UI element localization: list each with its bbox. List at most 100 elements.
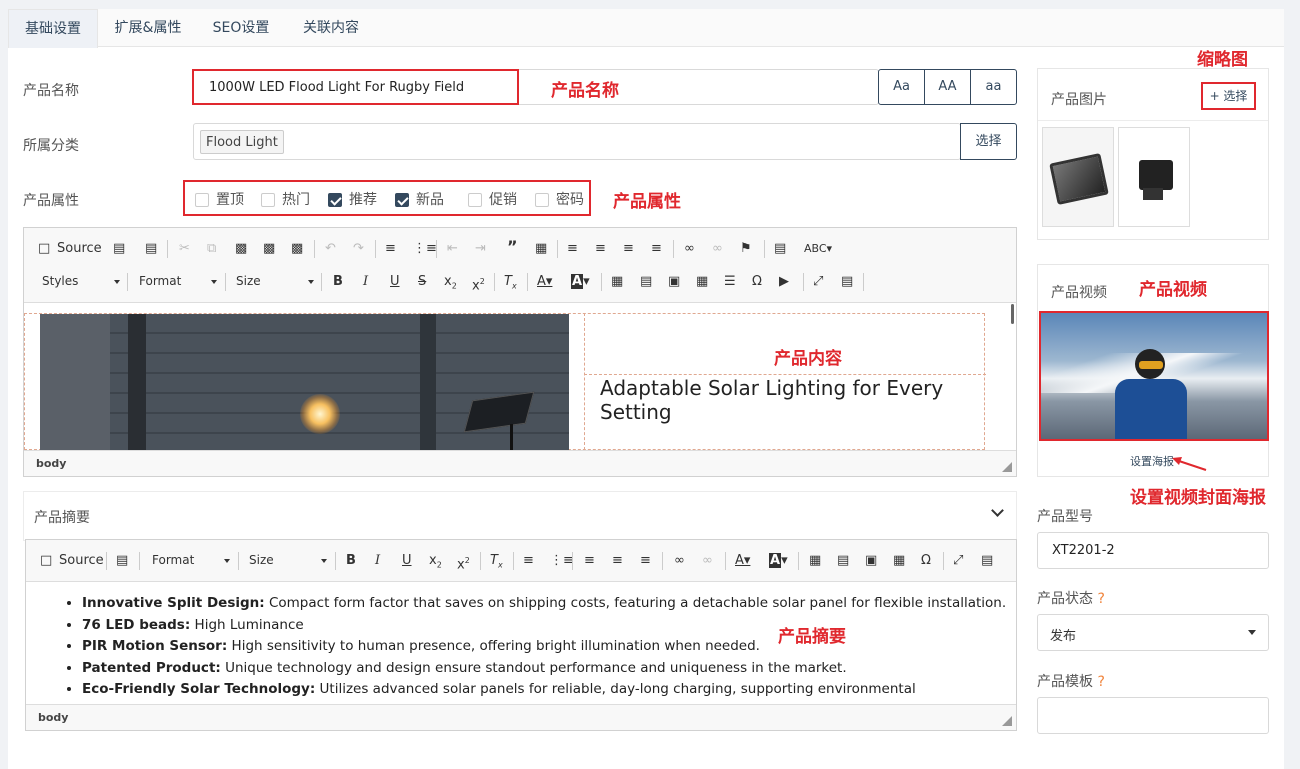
tab-extension[interactable]: 扩展&属性 [102,9,194,48]
superscript-icon[interactable]: x2 [472,273,485,295]
special-char-icon[interactable]: Ω [752,273,762,291]
strike-icon[interactable]: S [418,273,426,291]
model-input[interactable]: XT2201-2 [1037,532,1269,569]
flash-icon[interactable]: ▦ [611,273,623,291]
underline-icon[interactable]: U [390,273,400,291]
category-select-button[interactable]: 选择 [960,123,1017,160]
checkbox-label[interactable]: 新品 [416,189,444,209]
maximize-icon[interactable]: ⤢ [953,552,963,570]
checkbox-attr-5[interactable] [535,193,549,207]
superscript-icon[interactable]: x2 [457,552,470,574]
align-left-icon[interactable]: ≡ [584,552,595,570]
outdent-icon[interactable]: ⇤ [447,240,458,258]
align-left-icon[interactable]: ≡ [567,240,578,258]
cut-icon[interactable]: ✂ [179,240,190,258]
paste-text-icon[interactable]: ▩ [263,240,275,258]
italic-icon[interactable]: I [363,273,368,291]
align-center-icon[interactable]: ≡ [612,552,623,570]
chevron-down-icon[interactable] [991,504,1004,517]
paste-icon[interactable]: ▩ [235,240,247,258]
category-field[interactable]: Flood Light [193,123,961,160]
set-poster-link[interactable]: 设置海报 [1130,453,1174,469]
category-tag[interactable]: Flood Light [200,130,284,154]
show-blocks-icon[interactable]: ▤ [981,552,993,570]
unlink-icon[interactable]: ∞ [712,240,723,258]
align-right-icon[interactable]: ≡ [640,552,651,570]
content-body[interactable]: Adaptable Solar Lighting for Every Setti… [24,304,1016,450]
align-justify-icon[interactable]: ≡ [651,240,662,258]
status-select[interactable]: 发布 [1037,614,1269,651]
numbered-list-icon[interactable]: ≡ [523,552,534,570]
summary-header[interactable]: 产品摘要 [23,491,1017,541]
checkbox-attr-1[interactable] [261,193,275,207]
summary-path[interactable]: body [38,711,68,724]
video-icon[interactable]: ▣ [668,273,680,291]
horizontal-line-icon[interactable]: ☰ [724,273,736,291]
source-button[interactable]: Source [57,240,102,258]
show-blocks-icon[interactable]: ▤ [841,273,853,291]
product-thumbnail-2[interactable] [1118,127,1190,227]
tab-basic[interactable]: 基础设置 [8,9,98,48]
template-input[interactable] [1037,697,1269,734]
bg-color-icon[interactable]: A▾ [769,552,788,570]
align-right-icon[interactable]: ≡ [623,240,634,258]
video-poster[interactable] [1039,311,1269,441]
maximize-icon[interactable]: ⤢ [813,273,823,291]
blockquote-icon[interactable]: ” [507,238,518,256]
flash-icon[interactable]: ▦ [809,552,821,570]
checkbox-label[interactable]: 推荐 [349,189,377,209]
size-dropdown[interactable]: Size [249,553,327,569]
bg-color-icon[interactable]: A▾ [571,273,590,291]
underline-icon[interactable]: U [402,552,412,570]
bulleted-list-icon[interactable]: ⋮≡ [550,552,574,570]
table-icon[interactable]: ▦ [696,273,708,291]
summary-list[interactable]: Innovative Split Design: Compact form fa… [82,593,1012,722]
tab-related[interactable]: 关联内容 [290,9,372,48]
format-dropdown[interactable]: Format [152,553,230,569]
styles-dropdown[interactable]: Styles [42,274,120,290]
image-icon[interactable]: ▤ [837,552,849,570]
align-center-icon[interactable]: ≡ [595,240,606,258]
text-color-icon[interactable]: A▾ [537,273,552,291]
case-lower-button[interactable]: aa [970,69,1017,105]
checkbox-attr-3[interactable] [395,193,409,207]
format-dropdown[interactable]: Format [139,274,217,290]
templates-icon[interactable]: ▤ [116,552,128,570]
bold-icon[interactable]: B [346,552,356,570]
case-upper-button[interactable]: AA [924,69,971,105]
redo-icon[interactable]: ↷ [353,240,364,258]
subscript-icon[interactable]: x2 [444,273,457,296]
select-image-button[interactable]: + 选择 [1201,82,1256,110]
video-icon[interactable]: ▣ [865,552,877,570]
product-thumbnail-1[interactable] [1042,127,1114,227]
remove-format-icon[interactable]: Tx [504,273,517,296]
templates-icon[interactable]: ▤ [145,240,157,258]
checkbox-attr-4[interactable] [468,193,482,207]
checkbox-attr-0[interactable] [195,193,209,207]
source-button[interactable]: Source [59,552,104,570]
indent-icon[interactable]: ⇥ [475,240,486,258]
size-dropdown[interactable]: Size [236,274,314,290]
undo-icon[interactable]: ↶ [325,240,336,258]
checkbox-label[interactable]: 促销 [489,189,517,209]
bold-icon[interactable]: B [333,273,343,291]
content-path[interactable]: body [36,457,66,470]
remove-format-icon[interactable]: Tx [490,552,503,575]
spellcheck-icon[interactable]: ABC▾ [804,240,832,258]
copy-icon[interactable]: ⧉ [207,240,216,258]
resize-handle[interactable] [1002,716,1012,726]
tab-seo[interactable]: SEO设置 [200,9,282,48]
bulleted-list-icon[interactable]: ⋮≡ [413,240,437,258]
preview-icon[interactable]: ▤ [113,240,125,258]
subscript-icon[interactable]: x2 [429,552,442,575]
numbered-list-icon[interactable]: ≡ [385,240,396,258]
checkbox-label[interactable]: 热门 [282,189,310,209]
resize-handle[interactable] [1002,462,1012,472]
link-icon[interactable]: ∞ [674,552,685,570]
content-scrollbar[interactable] [1011,304,1014,324]
link-icon[interactable]: ∞ [684,240,695,258]
italic-icon[interactable]: I [375,552,380,570]
special-char-icon[interactable]: Ω [921,552,931,570]
page-break-icon[interactable]: ▤ [774,240,786,258]
table-icon[interactable]: ▦ [893,552,905,570]
